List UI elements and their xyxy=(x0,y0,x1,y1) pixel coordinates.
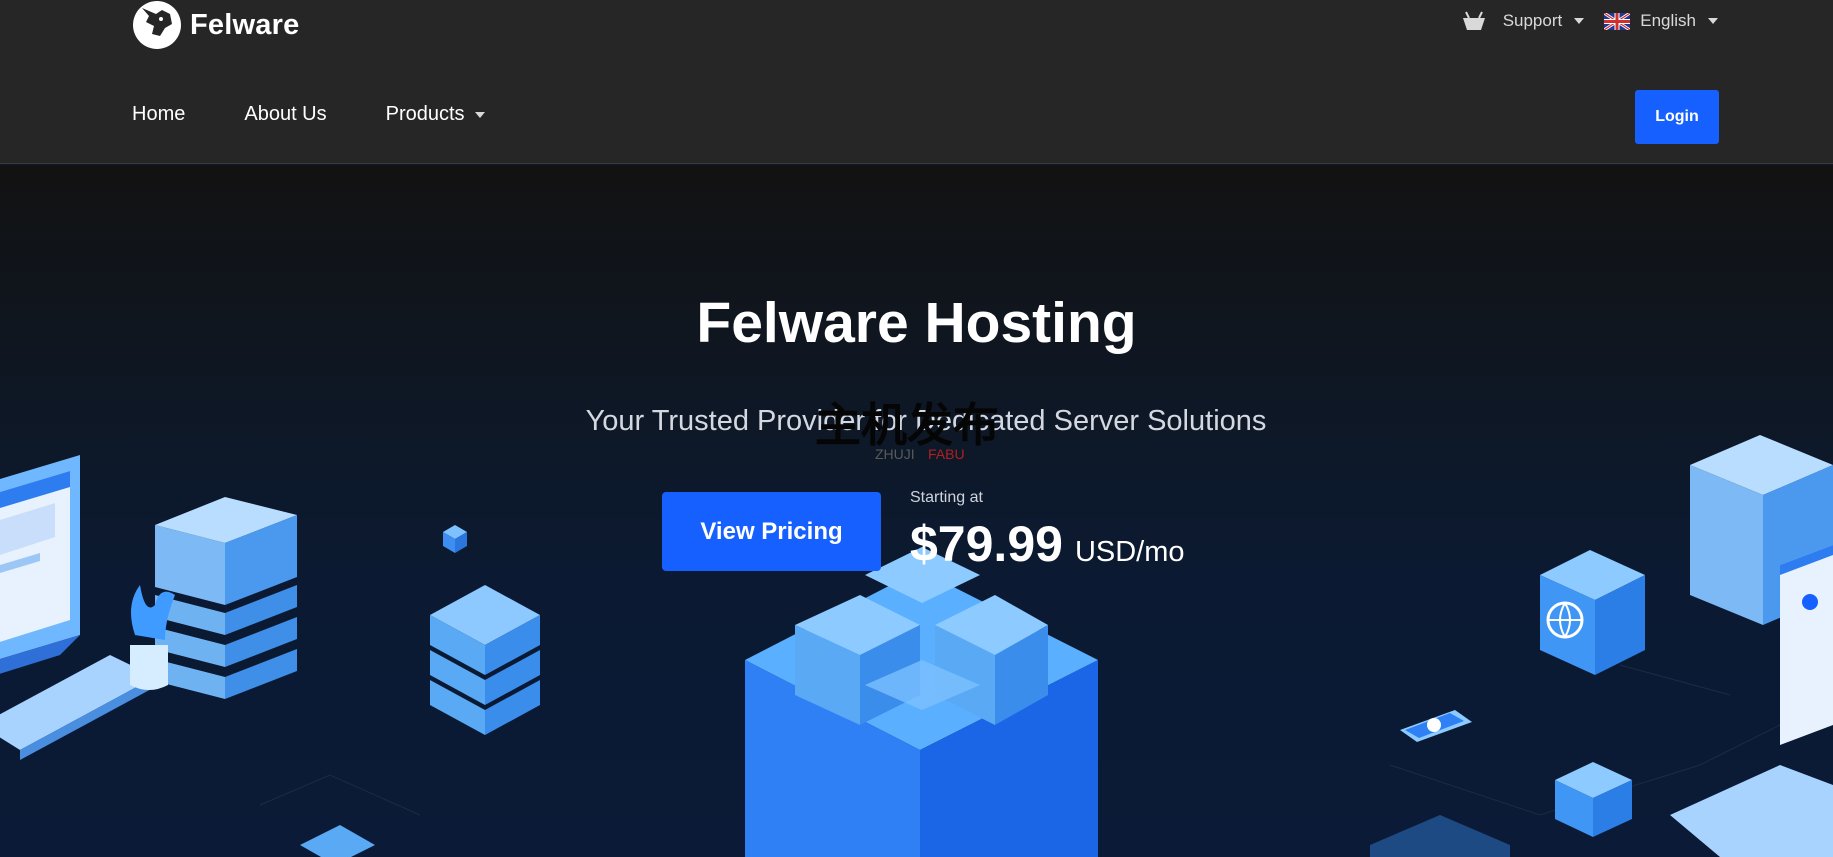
nav-home-label: Home xyxy=(132,103,186,125)
login-button[interactable]: Login xyxy=(1635,90,1719,144)
hero-section: Felware Hosting Your Trusted Provider fo… xyxy=(0,165,1833,857)
nav-products-label: Products xyxy=(385,103,465,125)
main-nav: Home About Us Products xyxy=(132,103,544,126)
nav-about-label: About Us xyxy=(244,103,327,125)
hero-title: Felware Hosting xyxy=(696,291,1137,355)
support-dropdown[interactable]: Support xyxy=(1503,11,1585,31)
server-stack-small xyxy=(430,525,540,735)
brand-logo[interactable]: Felware xyxy=(132,0,299,50)
language-dropdown[interactable]: English xyxy=(1640,11,1718,31)
watermark-main: 主机发布 xyxy=(815,398,999,452)
glass-box-illustration xyxy=(1370,815,1510,857)
price-unit: USD/mo xyxy=(1074,536,1185,568)
watermark-sub-left: ZHUJI xyxy=(875,446,915,462)
server-stack-left xyxy=(155,497,297,699)
small-cube-right xyxy=(1555,762,1632,837)
nav-item-about[interactable]: About Us xyxy=(244,103,326,126)
starting-at-label: Starting at xyxy=(910,489,983,506)
center-cube-illustration xyxy=(745,547,1098,857)
view-pricing-button[interactable]: View Pricing xyxy=(662,492,881,571)
basket-icon[interactable] xyxy=(1461,10,1487,32)
globe-server-illustration xyxy=(1540,550,1645,675)
site-header: Felware Support English Home About Us Pr… xyxy=(0,0,1833,164)
chevron-down-icon xyxy=(1574,18,1585,24)
server-illustration xyxy=(0,435,1833,857)
uk-flag-icon xyxy=(1604,12,1631,30)
dog-head-logo-icon xyxy=(133,1,181,49)
nav-item-products[interactable]: Products xyxy=(386,103,485,126)
watermark-sub-right: FABU xyxy=(928,446,965,462)
price-display: $79.99 USD/mo xyxy=(910,515,1185,573)
nav-item-home[interactable]: Home xyxy=(132,103,185,126)
chat-card-illustration xyxy=(1400,710,1472,742)
chevron-down-icon xyxy=(1708,18,1718,24)
price-value: $79.99 xyxy=(910,516,1063,572)
chevron-down-icon xyxy=(474,111,485,118)
small-device-illustration xyxy=(300,825,375,857)
support-label: Support xyxy=(1502,11,1563,30)
brand-name: Felware xyxy=(190,8,300,41)
watermark-logo: 主机发布 ZHUJI FABU xyxy=(815,398,999,462)
language-label: English xyxy=(1640,11,1696,30)
utility-nav: Support English xyxy=(1461,10,1718,32)
